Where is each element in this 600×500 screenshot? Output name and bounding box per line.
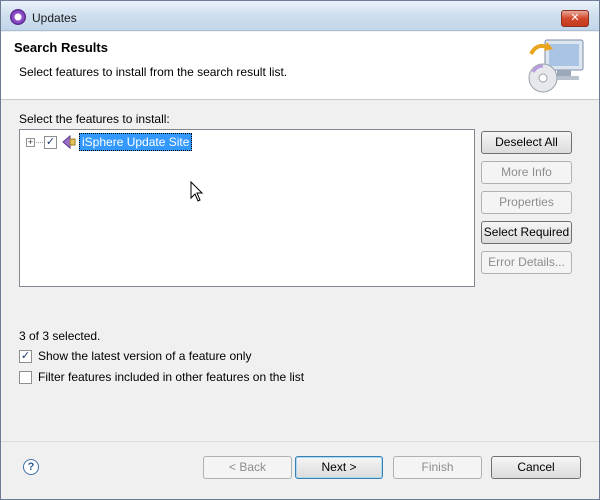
wizard-header: Search Results Select features to instal… <box>1 32 599 100</box>
close-button[interactable]: ✕ <box>561 10 589 27</box>
back-button[interactable]: < Back <box>203 456 292 479</box>
latest-version-label[interactable]: Show the latest version of a feature onl… <box>38 349 251 363</box>
install-wizard-icon <box>528 39 584 93</box>
expand-icon[interactable]: + <box>26 137 35 147</box>
finish-button[interactable]: Finish <box>393 456 482 479</box>
page-description: Select features to install from the sear… <box>19 65 288 79</box>
updates-dialog: Updates ✕ Search Results Select features… <box>0 0 600 500</box>
tree-row[interactable]: + ✓ iSphere Update Site <box>26 133 193 151</box>
latest-version-checkbox[interactable]: ✓ <box>19 349 32 363</box>
tree-connector <box>36 141 43 143</box>
filter-features-label[interactable]: Filter features included in other featur… <box>38 370 304 384</box>
help-icon[interactable]: ? <box>23 459 39 475</box>
error-details-button[interactable]: Error Details... <box>481 251 572 274</box>
select-required-button[interactable]: Select Required <box>481 221 572 244</box>
update-site-icon <box>62 135 76 149</box>
next-button[interactable]: Next > <box>295 456 383 479</box>
page-title: Search Results <box>14 40 108 55</box>
properties-button[interactable]: Properties <box>481 191 572 214</box>
mouse-cursor-icon <box>190 181 204 202</box>
filter-features-checkbox[interactable] <box>19 370 32 384</box>
features-tree[interactable]: + ✓ iSphere Update Site <box>19 129 475 287</box>
eclipse-icon <box>10 9 26 25</box>
window-title: Updates <box>32 11 77 25</box>
latest-version-option[interactable]: ✓ Show the latest version of a feature o… <box>19 349 251 363</box>
filter-features-option[interactable]: Filter features included in other featur… <box>19 370 304 384</box>
selection-status: 3 of 3 selected. <box>19 329 101 343</box>
deselect-all-button[interactable]: Deselect All <box>481 131 572 154</box>
feature-checkbox[interactable]: ✓ <box>44 135 57 149</box>
cancel-button[interactable]: Cancel <box>491 456 581 479</box>
feature-label[interactable]: iSphere Update Site <box>79 133 193 151</box>
footer-separator <box>1 441 599 442</box>
features-label: Select the features to install: <box>19 112 170 126</box>
more-info-button[interactable]: More Info <box>481 161 572 184</box>
title-bar[interactable]: Updates ✕ <box>1 1 599 31</box>
